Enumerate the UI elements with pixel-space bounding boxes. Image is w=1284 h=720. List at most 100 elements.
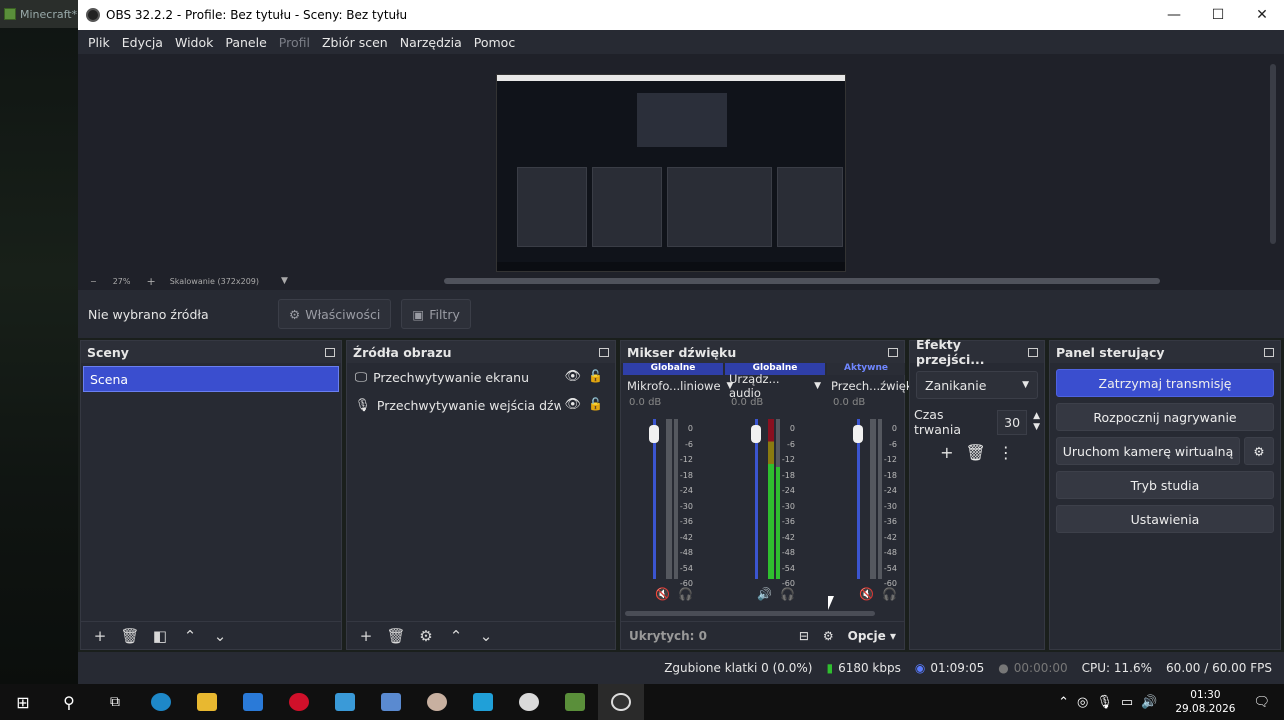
task-view-icon[interactable]: ⧉ [92, 684, 138, 720]
menu-narzedzia[interactable]: Narzędzia [394, 35, 468, 50]
volume-slider[interactable] [653, 419, 656, 579]
zoom-in-button[interactable]: + [146, 275, 155, 288]
menu-panele[interactable]: Panele [219, 35, 272, 50]
lock-icon[interactable]: 🔓 [588, 397, 603, 411]
arrow-up-icon[interactable]: ⌃ [443, 625, 469, 647]
source-item[interactable]: 🎙 Przechwytywanie wejścia dźwięku👁 🔓 [347, 391, 615, 419]
start-record-button[interactable]: Rozpocznij nagrywanie [1056, 403, 1274, 431]
float-icon[interactable] [325, 347, 335, 357]
obs-icon[interactable] [598, 684, 644, 720]
volume-icon[interactable]: 🔊 [1141, 695, 1157, 710]
transition-select[interactable]: Zanikanie ▼ [916, 371, 1038, 399]
options-button[interactable]: Opcje ▾ [848, 629, 896, 643]
network-icon[interactable]: ▭ [1121, 695, 1133, 710]
volume-slider[interactable] [755, 419, 758, 579]
chevron-up-icon[interactable]: ⌃ [1058, 695, 1069, 710]
trash-icon[interactable]: 🗑 [117, 625, 143, 647]
filters-button[interactable]: ▣ Filtry [401, 299, 471, 329]
stream-time: 01:09:05 [930, 661, 985, 675]
trash-icon[interactable]: 🗑 [966, 443, 986, 462]
add-icon[interactable]: + [353, 625, 379, 647]
close-button[interactable]: ✕ [1240, 0, 1284, 30]
start-icon[interactable]: ⊞ [0, 684, 46, 720]
edge-icon[interactable] [138, 684, 184, 720]
duration-input[interactable]: 30 [997, 409, 1028, 435]
app-icon[interactable] [322, 684, 368, 720]
menu-zbior-scen[interactable]: Zbiór scen [316, 35, 394, 50]
float-icon[interactable] [1028, 347, 1038, 357]
maximize-button[interactable]: ☐ [1196, 0, 1240, 30]
more-icon[interactable]: ⋮ [998, 443, 1014, 462]
menu-bar: Plik Edycja Widok Panele Profil Zbiór sc… [78, 30, 1284, 54]
mixer-horizontal-scrollbar[interactable] [625, 611, 875, 616]
layout-icon[interactable]: ⊟ [799, 629, 809, 643]
trash-icon[interactable]: 🗑 [383, 625, 409, 647]
chevron-down-icon[interactable]: ▼ [814, 381, 821, 391]
zoom-dropdown-icon[interactable]: ▼ [281, 276, 288, 286]
settings-button[interactable]: Ustawienia [1056, 505, 1274, 533]
arrow-down-icon[interactable]: ⌄ [473, 625, 499, 647]
volume-knob[interactable] [751, 425, 761, 443]
menu-pomoc[interactable]: Pomoc [468, 35, 521, 50]
float-icon[interactable] [888, 347, 898, 357]
search-icon[interactable]: ⚲ [46, 684, 92, 720]
zoom-out-button[interactable]: − [90, 277, 97, 286]
menu-edycja[interactable]: Edycja [116, 35, 169, 50]
minecraft-icon[interactable] [552, 684, 598, 720]
clock[interactable]: 01:30 29.08.2026 [1175, 688, 1235, 716]
headphones-icon[interactable]: 🎧 [882, 587, 897, 601]
channel-name[interactable]: Przech...źwięku [831, 379, 919, 393]
add-icon[interactable]: + [87, 625, 113, 647]
menu-profil[interactable]: Profil [273, 35, 316, 50]
signal-bars-icon: ▮ [826, 661, 834, 675]
arrow-up-icon[interactable]: ⌃ [177, 625, 203, 647]
headphones-icon[interactable]: 🎧 [678, 587, 693, 601]
microphone-icon[interactable]: 🎙 [1096, 695, 1113, 710]
menu-widok[interactable]: Widok [169, 35, 219, 50]
advanced-audio-icon[interactable]: ⚙ [823, 629, 834, 643]
muted-speaker-icon[interactable]: 🔇 [859, 587, 874, 601]
float-icon[interactable] [599, 347, 609, 357]
channel-name[interactable]: Urządz... audio [729, 372, 808, 400]
menu-plik[interactable]: Plik [82, 35, 116, 50]
speaker-icon[interactable]: 🔊 [757, 587, 772, 601]
gear-icon[interactable]: ⚙ [413, 625, 439, 647]
preview-horizontal-scrollbar[interactable] [444, 278, 1160, 284]
mail-icon[interactable] [230, 684, 276, 720]
channel-name[interactable]: Mikrofo...liniowe [627, 379, 721, 393]
notifications-icon[interactable]: 🗨 [1253, 695, 1270, 710]
muted-speaker-icon[interactable]: 🔇 [655, 587, 670, 601]
volume-knob[interactable] [853, 425, 863, 443]
monitor-icon: 🖵 [355, 369, 368, 384]
minimize-button[interactable]: — [1152, 0, 1196, 30]
source-item[interactable]: 🖵 Przechwytywanie ekranu 👁 🔓 [347, 363, 615, 391]
scenes-title: Sceny [87, 344, 129, 360]
filter-icon[interactable]: ◧ [147, 625, 173, 647]
app-icon[interactable] [460, 684, 506, 720]
volume-knob[interactable] [649, 425, 659, 443]
app-icon[interactable] [414, 684, 460, 720]
opera-icon[interactable] [276, 684, 322, 720]
app-icon[interactable] [506, 684, 552, 720]
preview-canvas[interactable] [78, 54, 1284, 272]
lock-icon[interactable]: 🔓 [588, 369, 603, 383]
eye-icon[interactable]: 👁 [564, 397, 581, 412]
virtual-camera-button[interactable]: Uruchom kamerę wirtualną [1056, 437, 1240, 465]
scene-item[interactable]: Scena [83, 366, 339, 392]
app-icon[interactable] [368, 684, 414, 720]
float-icon[interactable] [1264, 347, 1274, 357]
eye-icon[interactable]: 👁 [564, 369, 581, 384]
stop-stream-button[interactable]: Zatrzymaj transmisję [1056, 369, 1274, 397]
headphones-icon[interactable]: 🎧 [780, 587, 795, 601]
properties-button[interactable]: ⚙ Właściwości [278, 299, 392, 329]
preview-vertical-scrollbar[interactable] [1270, 64, 1276, 244]
add-icon[interactable]: + [940, 443, 953, 462]
duration-stepper[interactable]: ▲ ▼ [1033, 411, 1040, 433]
volume-slider[interactable] [857, 419, 860, 579]
background-window-tab[interactable]: Minecraft* [0, 0, 78, 28]
gear-icon[interactable]: ⚙ [1244, 437, 1274, 465]
studio-mode-button[interactable]: Tryb studia [1056, 471, 1274, 499]
webcam-icon[interactable]: ◎ [1077, 695, 1088, 710]
arrow-down-icon[interactable]: ⌄ [207, 625, 233, 647]
file-explorer-icon[interactable] [184, 684, 230, 720]
